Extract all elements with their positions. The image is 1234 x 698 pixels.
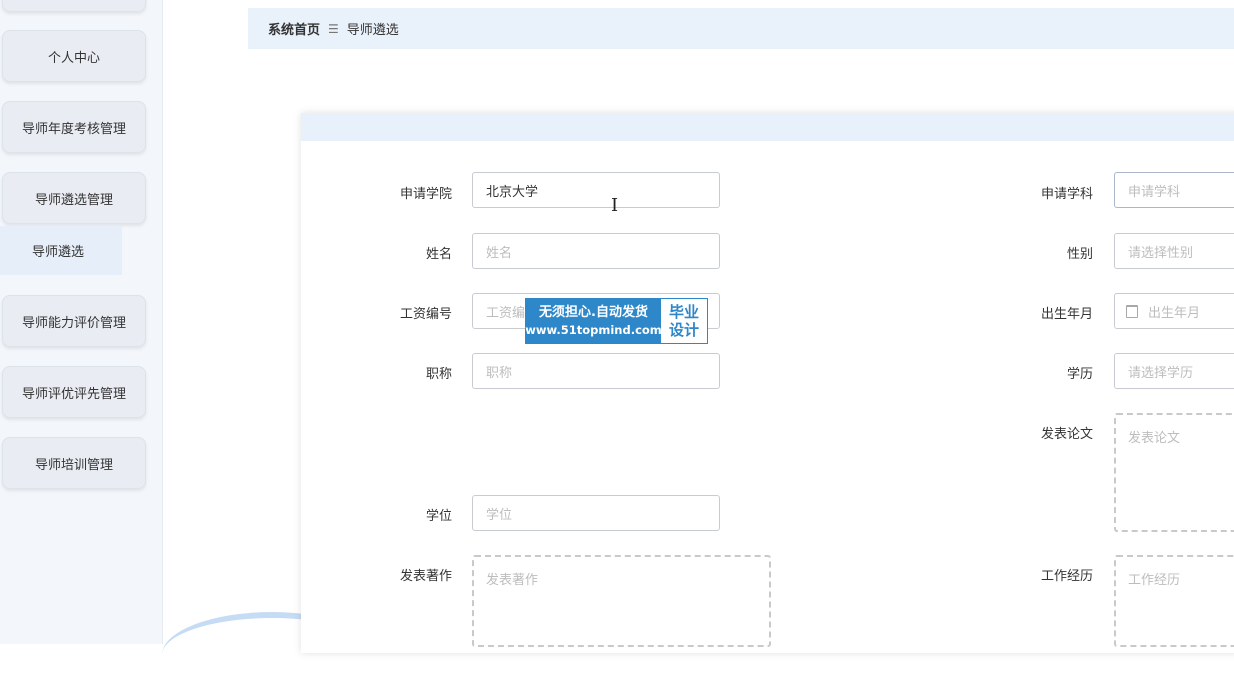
school-label: 申请学院: [399, 187, 452, 202]
name-input[interactable]: 姓名: [472, 233, 720, 269]
education-select[interactable]: 请选择学历: [1114, 353, 1234, 389]
sidebar-item-personal-center[interactable]: 个人中心: [2, 30, 146, 82]
gender-select[interactable]: 请选择性别: [1114, 233, 1234, 269]
experience-label: 工作经历: [1040, 569, 1093, 584]
works-textarea[interactable]: 发表著作: [472, 555, 771, 647]
watermark-banner: 无须担心.自动发货 www.51topmind.com 毕业 设计: [525, 298, 708, 344]
birth-date-picker[interactable]: 出生年月: [1114, 293, 1234, 329]
watermark-slogan: 无须担心.自动发货: [539, 305, 648, 320]
papers-label: 发表论文: [1040, 427, 1093, 442]
watermark-left: 无须担心.自动发货 www.51topmind.com: [525, 299, 662, 343]
degree-label: 学位: [425, 509, 452, 524]
job-title-input[interactable]: 职称: [472, 353, 720, 389]
watermark-url: www.51topmind.com: [525, 323, 662, 337]
sidebar-item-top[interactable]: [2, 0, 146, 12]
sidebar-item-annual-assessment[interactable]: 导师年度考核管理: [2, 101, 146, 153]
subject-label: 申请学科: [1040, 187, 1093, 202]
watermark-right-bottom: 设计: [668, 321, 699, 339]
watermark-right: 毕业 设计: [661, 299, 707, 343]
form-card-header: [301, 113, 1234, 141]
name-label: 姓名: [425, 247, 452, 262]
sidebar-item-training-management[interactable]: 导师培训管理: [2, 437, 146, 489]
sidebar: 个人中心 导师年度考核管理 导师遴选管理 导师遴选 导师能力评价管理 导师评优评…: [0, 0, 163, 644]
subject-input[interactable]: 申请学科: [1114, 172, 1234, 208]
sidebar-item-excellence-evaluation[interactable]: 导师评优评先管理: [2, 366, 146, 418]
sidebar-subitem-selection[interactable]: 导师遴选: [0, 226, 122, 275]
sidebar-item-selection-management[interactable]: 导师遴选管理: [2, 172, 146, 224]
birth-date-label: 出生年月: [1040, 307, 1093, 322]
text-cursor-icon: I: [611, 195, 619, 216]
watermark-right-top: 毕业: [668, 303, 699, 321]
breadcrumb-current: 导师遴选: [346, 23, 399, 38]
job-title-label: 职称: [425, 367, 452, 382]
birth-date-placeholder: 出生年月: [1148, 305, 1201, 321]
gender-label: 性别: [1066, 247, 1093, 262]
salary-number-label: 工资编号: [399, 307, 452, 322]
papers-textarea[interactable]: 发表论文: [1114, 413, 1234, 532]
breadcrumb: 系统首页 ☰ 导师遴选: [248, 8, 1234, 49]
works-label: 发表著作: [399, 569, 452, 584]
experience-textarea[interactable]: 工作经历: [1114, 555, 1234, 647]
degree-input[interactable]: 学位: [472, 495, 720, 531]
education-label: 学历: [1066, 367, 1093, 382]
school-input[interactable]: 北京大学: [472, 172, 720, 208]
breadcrumb-home-link[interactable]: 系统首页: [268, 19, 320, 38]
calendar-icon: [1126, 304, 1138, 318]
sidebar-item-ability-evaluation[interactable]: 导师能力评价管理: [2, 295, 146, 347]
breadcrumb-separator-icon: ☰: [328, 21, 339, 36]
